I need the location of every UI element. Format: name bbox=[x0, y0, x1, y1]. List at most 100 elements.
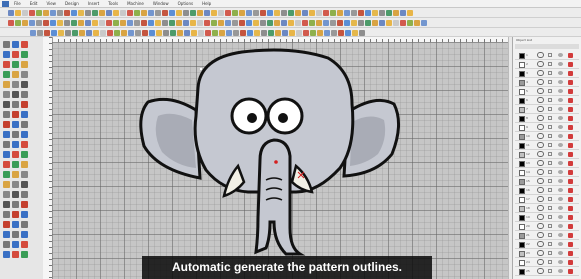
lock-icon[interactable] bbox=[548, 233, 552, 237]
undo-icon[interactable] bbox=[331, 30, 337, 36]
tool-icon[interactable] bbox=[12, 251, 19, 258]
visibility-icon[interactable] bbox=[558, 224, 563, 228]
print-icon[interactable] bbox=[225, 10, 231, 16]
tool-icon[interactable] bbox=[12, 101, 19, 108]
tool-icon[interactable] bbox=[21, 241, 28, 248]
lock-icon[interactable] bbox=[548, 62, 552, 66]
undo-icon[interactable] bbox=[233, 30, 239, 36]
menu-window[interactable]: Window bbox=[153, 1, 169, 6]
cut-icon[interactable] bbox=[407, 20, 413, 26]
paste-icon[interactable] bbox=[148, 10, 154, 16]
import-icon[interactable] bbox=[379, 10, 385, 16]
print-icon[interactable] bbox=[303, 30, 309, 36]
tool-icon[interactable] bbox=[12, 191, 19, 198]
tool-icon[interactable] bbox=[12, 171, 19, 178]
new-icon[interactable] bbox=[400, 10, 406, 16]
print-icon[interactable] bbox=[8, 20, 14, 26]
menu-edit[interactable]: Edit bbox=[30, 1, 38, 6]
tool-icon[interactable] bbox=[21, 201, 28, 208]
lock-icon[interactable] bbox=[548, 269, 552, 273]
zoom-icon[interactable] bbox=[50, 20, 56, 26]
visibility-icon[interactable] bbox=[558, 125, 563, 129]
tool-icon[interactable] bbox=[21, 91, 28, 98]
lock-icon[interactable] bbox=[548, 179, 552, 183]
cut-icon[interactable] bbox=[310, 30, 316, 36]
layer-row[interactable]: 8 bbox=[515, 114, 579, 123]
open-icon[interactable] bbox=[191, 30, 197, 36]
tool-icon[interactable] bbox=[3, 231, 10, 238]
settings-icon[interactable] bbox=[275, 30, 281, 36]
tool-icon[interactable] bbox=[3, 251, 10, 258]
export-icon[interactable] bbox=[190, 10, 196, 16]
zoom-icon[interactable] bbox=[247, 30, 253, 36]
settings-icon[interactable] bbox=[177, 30, 183, 36]
cut-icon[interactable] bbox=[212, 30, 218, 36]
zoom-icon[interactable] bbox=[246, 20, 252, 26]
paste-icon[interactable] bbox=[324, 30, 330, 36]
tool-icon[interactable] bbox=[3, 101, 10, 108]
layer-row[interactable]: 18 bbox=[515, 204, 579, 213]
print-icon[interactable] bbox=[323, 10, 329, 16]
new-icon[interactable] bbox=[85, 20, 91, 26]
select-icon[interactable] bbox=[176, 10, 182, 16]
tool-icon[interactable] bbox=[12, 231, 19, 238]
lock-icon[interactable] bbox=[548, 170, 552, 174]
layer-row[interactable]: 6 bbox=[515, 96, 579, 105]
zoom-icon[interactable] bbox=[149, 30, 155, 36]
tool-icon[interactable] bbox=[12, 161, 19, 168]
tool-icon[interactable] bbox=[3, 211, 10, 218]
visibility-icon[interactable] bbox=[558, 170, 563, 174]
stitch-type-icon[interactable] bbox=[568, 206, 573, 211]
save-icon[interactable] bbox=[296, 30, 302, 36]
undo-icon[interactable] bbox=[37, 30, 43, 36]
open-icon[interactable] bbox=[93, 30, 99, 36]
tool-icon[interactable] bbox=[3, 41, 10, 48]
copy-icon[interactable] bbox=[317, 30, 323, 36]
visibility-icon[interactable] bbox=[558, 233, 563, 237]
tool-icon[interactable] bbox=[12, 241, 19, 248]
lock-icon[interactable] bbox=[548, 71, 552, 75]
zoom-icon[interactable] bbox=[148, 20, 154, 26]
open-icon[interactable] bbox=[92, 20, 98, 26]
paste-icon[interactable] bbox=[30, 30, 36, 36]
new-icon[interactable] bbox=[379, 20, 385, 26]
export-icon[interactable] bbox=[169, 20, 175, 26]
zoom-icon[interactable] bbox=[71, 10, 77, 16]
paste-icon[interactable] bbox=[225, 20, 231, 26]
redo-icon[interactable] bbox=[260, 10, 266, 16]
import-icon[interactable] bbox=[261, 30, 267, 36]
menu-view[interactable]: View bbox=[46, 1, 56, 6]
stitch-type-icon[interactable] bbox=[568, 80, 573, 85]
visibility-icon[interactable] bbox=[558, 80, 563, 84]
layer-row[interactable]: 25 bbox=[515, 267, 579, 276]
lock-icon[interactable] bbox=[548, 161, 552, 165]
tool-icon[interactable] bbox=[3, 151, 10, 158]
copy-icon[interactable] bbox=[239, 10, 245, 16]
print-icon[interactable] bbox=[302, 20, 308, 26]
export-icon[interactable] bbox=[71, 20, 77, 26]
import-icon[interactable] bbox=[162, 20, 168, 26]
settings-icon[interactable] bbox=[176, 20, 182, 26]
export-icon[interactable] bbox=[267, 20, 273, 26]
copy-icon[interactable] bbox=[22, 20, 28, 26]
tool-icon[interactable] bbox=[21, 141, 28, 148]
open-icon[interactable] bbox=[190, 20, 196, 26]
tool-icon[interactable] bbox=[21, 121, 28, 128]
visibility-icon[interactable] bbox=[558, 269, 563, 273]
cut-icon[interactable] bbox=[211, 20, 217, 26]
tool-icon[interactable] bbox=[12, 121, 19, 128]
lock-icon[interactable] bbox=[548, 206, 552, 210]
tool-icon[interactable] bbox=[21, 71, 28, 78]
tool-icon[interactable] bbox=[3, 201, 10, 208]
tool-icon[interactable] bbox=[21, 51, 28, 58]
export-icon[interactable] bbox=[170, 30, 176, 36]
menu-insert[interactable]: Insert bbox=[88, 1, 99, 6]
lock-icon[interactable] bbox=[548, 80, 552, 84]
export-icon[interactable] bbox=[92, 10, 98, 16]
zoom-icon[interactable] bbox=[169, 10, 175, 16]
copy-icon[interactable] bbox=[43, 10, 49, 16]
layer-row[interactable]: 15 bbox=[515, 177, 579, 186]
tool-icon[interactable] bbox=[12, 111, 19, 118]
settings-icon[interactable] bbox=[78, 20, 84, 26]
tool-icon[interactable] bbox=[21, 81, 28, 88]
